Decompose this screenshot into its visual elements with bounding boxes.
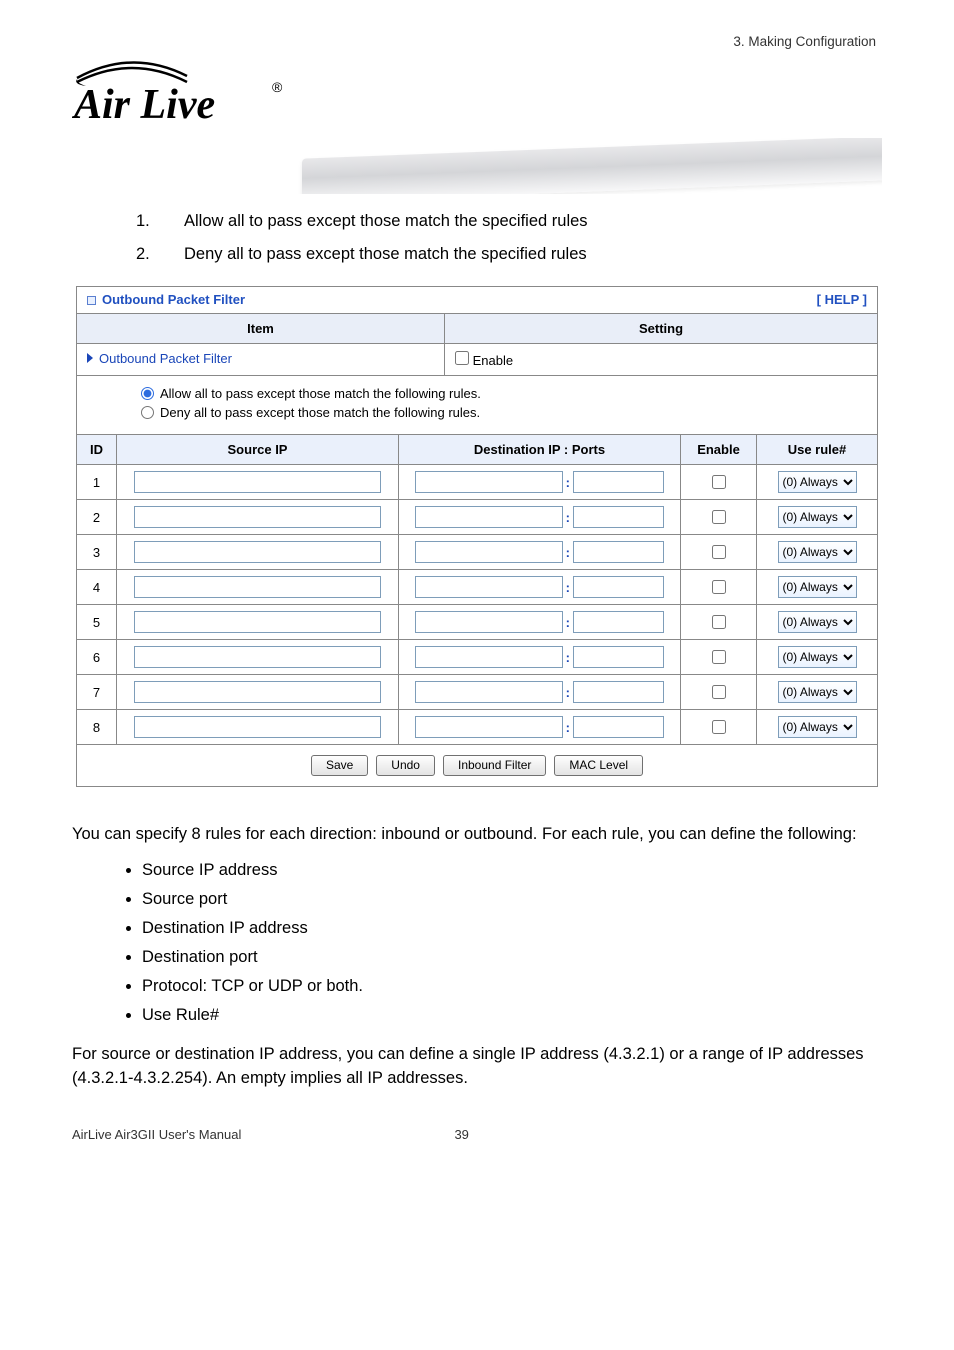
destination-ip-input[interactable] xyxy=(415,681,563,703)
destination-port-input[interactable] xyxy=(573,471,664,493)
rule-id: 7 xyxy=(77,675,117,709)
rule-row: 6:(0) Always xyxy=(77,640,877,675)
save-button[interactable]: Save xyxy=(311,755,368,776)
rule-id: 3 xyxy=(77,535,117,569)
col-item: Item xyxy=(77,314,445,343)
enable-checkbox-label[interactable]: Enable xyxy=(455,351,513,368)
rule-row: 3:(0) Always xyxy=(77,535,877,570)
destination-port-input[interactable] xyxy=(573,576,664,598)
mac-level-button[interactable]: MAC Level xyxy=(554,755,643,776)
svg-text:Air Live: Air Live xyxy=(72,82,215,128)
inbound-filter-button[interactable]: Inbound Filter xyxy=(443,755,546,776)
outbound-packet-filter-panel: Outbound Packet Filter [ HELP ] Item Set… xyxy=(76,286,878,787)
rule-enable-checkbox[interactable] xyxy=(712,650,726,664)
rule-enable-checkbox[interactable] xyxy=(712,545,726,559)
step-number: 1. xyxy=(136,212,150,231)
col-setting: Setting xyxy=(445,314,877,343)
destination-port-input[interactable] xyxy=(573,681,664,703)
rule-row: 7:(0) Always xyxy=(77,675,877,710)
mode-allow-radio[interactable]: Allow all to pass except those match the… xyxy=(141,386,865,401)
panel-title: Outbound Packet Filter xyxy=(87,292,245,307)
svg-text:®: ® xyxy=(272,79,283,95)
header-swoosh xyxy=(72,138,882,194)
destination-port-input[interactable] xyxy=(573,646,664,668)
destination-ip-input[interactable] xyxy=(415,506,563,528)
destination-ip-input[interactable] xyxy=(415,576,563,598)
paragraph: For source or destination IP address, yo… xyxy=(72,1043,882,1091)
step-text: Deny all to pass except those match the … xyxy=(184,245,587,264)
rule-row: 2:(0) Always xyxy=(77,500,877,535)
destination-ip-input[interactable] xyxy=(415,646,563,668)
rule-id: 5 xyxy=(77,605,117,639)
rule-enable-checkbox[interactable] xyxy=(712,580,726,594)
step-number: 2. xyxy=(136,245,150,264)
source-ip-input[interactable] xyxy=(134,646,381,668)
page-footer: AirLive Air3GII User's Manual 39 xyxy=(72,1127,882,1142)
rule-row: 5:(0) Always xyxy=(77,605,877,640)
destination-port-input[interactable] xyxy=(573,541,664,563)
destination-ip-input[interactable] xyxy=(415,716,563,738)
source-ip-input[interactable] xyxy=(134,611,381,633)
rule-row: 4:(0) Always xyxy=(77,570,877,605)
rule-id: 6 xyxy=(77,640,117,674)
breadcrumb: 3. Making Configuration xyxy=(733,34,876,49)
step-text: Allow all to pass except those match the… xyxy=(184,212,588,231)
source-ip-input[interactable] xyxy=(134,506,381,528)
destination-ip-input[interactable] xyxy=(415,541,563,563)
use-rule-select[interactable]: (0) Always xyxy=(778,576,857,598)
rule-id: 2 xyxy=(77,500,117,534)
outbound-filter-label: Outbound Packet Filter xyxy=(77,344,445,375)
use-rule-select[interactable]: (0) Always xyxy=(778,611,857,633)
rule-enable-checkbox[interactable] xyxy=(712,510,726,524)
source-ip-input[interactable] xyxy=(134,471,381,493)
use-rule-select[interactable]: (0) Always xyxy=(778,541,857,563)
help-link[interactable]: [ HELP ] xyxy=(817,292,867,307)
mode-deny-radio[interactable]: Deny all to pass except those match the … xyxy=(141,405,865,420)
destination-port-input[interactable] xyxy=(573,716,664,738)
rule-enable-checkbox[interactable] xyxy=(712,720,726,734)
source-ip-input[interactable] xyxy=(134,576,381,598)
source-ip-input[interactable] xyxy=(134,541,381,563)
rule-row: 1:(0) Always xyxy=(77,465,877,500)
rule-id: 1 xyxy=(77,465,117,499)
rule-id: 8 xyxy=(77,710,117,744)
undo-button[interactable]: Undo xyxy=(376,755,435,776)
steps-list: 1. Allow all to pass except those match t… xyxy=(136,212,882,264)
rules-table-header: ID Source IP Destination IP : Ports Enab… xyxy=(77,435,877,465)
destination-ip-input[interactable] xyxy=(415,471,563,493)
define-list: Source IP address Source port Destinatio… xyxy=(142,861,882,1025)
rule-enable-checkbox[interactable] xyxy=(712,615,726,629)
use-rule-select[interactable]: (0) Always xyxy=(778,506,857,528)
rule-id: 4 xyxy=(77,570,117,604)
source-ip-input[interactable] xyxy=(134,681,381,703)
rule-enable-checkbox[interactable] xyxy=(712,685,726,699)
use-rule-select[interactable]: (0) Always xyxy=(778,716,857,738)
destination-port-input[interactable] xyxy=(573,506,664,528)
use-rule-select[interactable]: (0) Always xyxy=(778,471,857,493)
paragraph: You can specify 8 rules for each directi… xyxy=(72,823,882,847)
source-ip-input[interactable] xyxy=(134,716,381,738)
destination-ip-input[interactable] xyxy=(415,611,563,633)
destination-port-input[interactable] xyxy=(573,611,664,633)
brand-logo: Air Live ® xyxy=(72,58,882,128)
use-rule-select[interactable]: (0) Always xyxy=(778,681,857,703)
use-rule-select[interactable]: (0) Always xyxy=(778,646,857,668)
rule-enable-checkbox[interactable] xyxy=(712,475,726,489)
enable-checkbox[interactable] xyxy=(455,351,469,365)
rule-row: 8:(0) Always xyxy=(77,710,877,744)
